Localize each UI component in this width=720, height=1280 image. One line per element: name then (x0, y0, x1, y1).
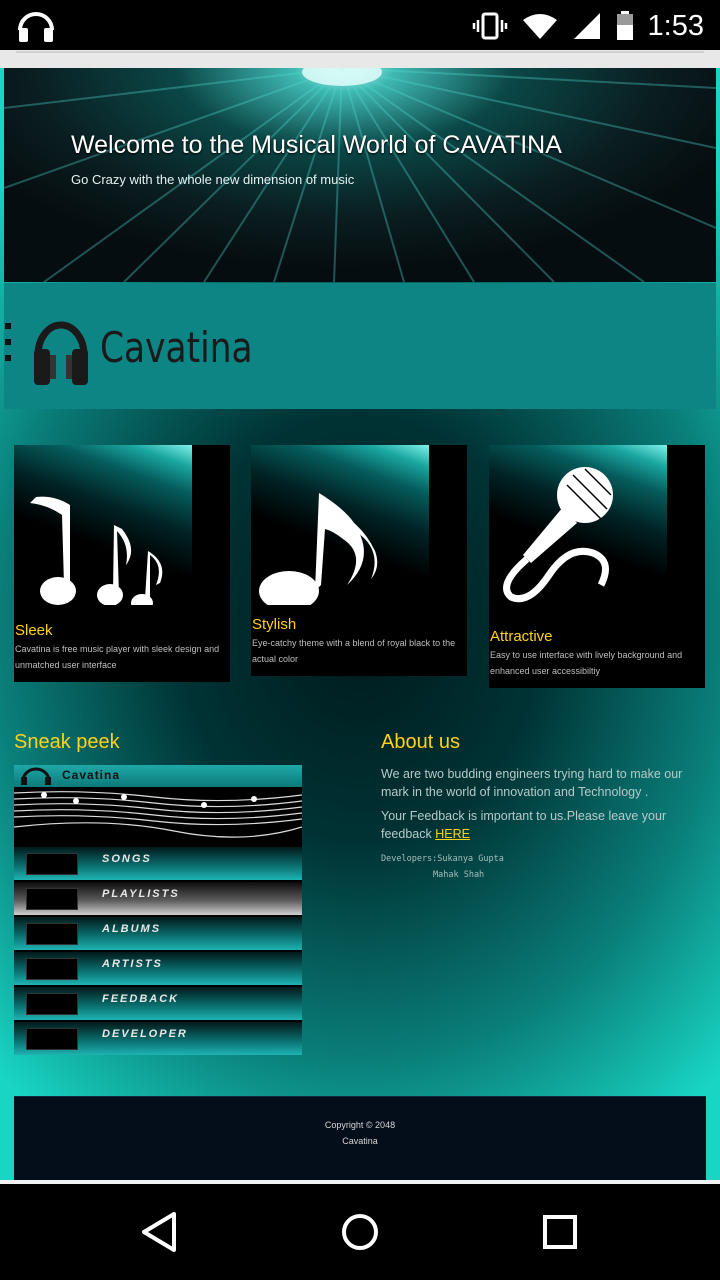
feedback-link[interactable]: HERE (435, 827, 470, 841)
footer-site-name: Cavatina (342, 1136, 378, 1146)
menu-item-label: ALBUMS (102, 923, 162, 935)
menu-item-songs[interactable]: SONGS (14, 847, 302, 880)
developers-line: Developers:Sukanya Gupta (381, 854, 504, 864)
battery-icon (616, 11, 633, 40)
app-title-bar: Cavatina (14, 765, 302, 787)
headphones-icon (18, 12, 54, 42)
feature-description: Eye-catchy theme with a blend of royal b… (252, 638, 456, 664)
app-title: Cavatina (62, 768, 121, 782)
feature-card-stylish: Stylish Eye-catchy theme with a blend of… (251, 445, 467, 676)
recents-button[interactable] (538, 1210, 582, 1254)
browser-chrome (0, 50, 720, 68)
music-banner-image (14, 787, 302, 847)
status-bar: 1:53 (0, 0, 720, 50)
signal-icon (573, 13, 600, 39)
menu-item-playlists[interactable]: PLAYLISTS (14, 882, 302, 915)
home-button[interactable] (338, 1210, 382, 1254)
about-us-heading: About us (381, 731, 460, 753)
menu-item-albums[interactable]: ALBUMS (14, 917, 302, 950)
menu-item-artists[interactable]: ARTISTS (14, 952, 302, 985)
hero-banner: Welcome to the Musical World of CAVATINA… (4, 68, 716, 282)
feature-title: Sleek (15, 622, 53, 639)
menu-item-label: ARTISTS (102, 958, 163, 970)
web-page[interactable]: Welcome to the Musical World of CAVATINA… (0, 68, 720, 1180)
music-note-icon (26, 853, 78, 875)
disc-icon (26, 923, 78, 945)
menu-item-label: PLAYLISTS (102, 888, 180, 900)
page-footer: Copyright © 2048 Cavatina (14, 1096, 706, 1180)
playlist-icon (26, 888, 78, 910)
feature-title: Stylish (252, 616, 297, 633)
hero-subtitle: Go Crazy with the whole new dimension of… (71, 172, 355, 187)
menu-item-feedback[interactable]: FEEDBACK (14, 987, 302, 1020)
menu-dots-icon[interactable] (5, 323, 13, 373)
headphones-logo-icon (34, 321, 88, 385)
menu-item-developer[interactable]: DEVELOPER (14, 1022, 302, 1055)
logo-text: Cavatina (100, 323, 253, 372)
microphone-icon (489, 445, 667, 605)
feedback-icon (26, 993, 78, 1015)
music-note-icon (251, 445, 429, 605)
feature-description: Cavatina is free music player with sleek… (15, 644, 220, 670)
navigation-bar (0, 1184, 720, 1280)
hero-title: Welcome to the Musical World of CAVATINA (71, 131, 562, 159)
clock-time: 1:53 (647, 9, 704, 42)
feedback-text: Your Feedback is important to us.Please … (381, 809, 667, 841)
menu-item-label: DEVELOPER (102, 1028, 188, 1040)
microphone-icon (26, 958, 78, 980)
sneak-peek-heading: Sneak peek (14, 731, 120, 753)
feature-card-sleek: Sleek Cavatina is free music player with… (14, 445, 230, 682)
back-button[interactable] (138, 1210, 182, 1254)
vibrate-icon (472, 12, 507, 40)
info-icon (26, 1028, 78, 1050)
logo-band: Cavatina (4, 283, 716, 409)
sneak-peek-screenshot: Cavatina SONGS PLAYLISTS ALBUMS ARTISTS … (14, 765, 302, 1055)
feedback-paragraph: Your Feedback is important to us.Please … (381, 807, 711, 843)
copyright-text: Copyright © 2048 (324, 1120, 396, 1130)
feature-card-attractive: Attractive Easy to use interface with li… (489, 445, 705, 688)
developer-name: Mahak Shah (433, 870, 485, 880)
wifi-icon (522, 14, 557, 39)
about-paragraph: We are two budding engineers trying hard… (381, 767, 683, 799)
music-notes-icon (14, 445, 192, 605)
feature-title: Attractive (490, 628, 553, 645)
headphones-icon (21, 767, 51, 785)
menu-item-label: SONGS (102, 853, 152, 865)
menu-item-label: FEEDBACK (102, 993, 180, 1005)
feature-description: Easy to use interface with lively backgr… (490, 650, 683, 676)
